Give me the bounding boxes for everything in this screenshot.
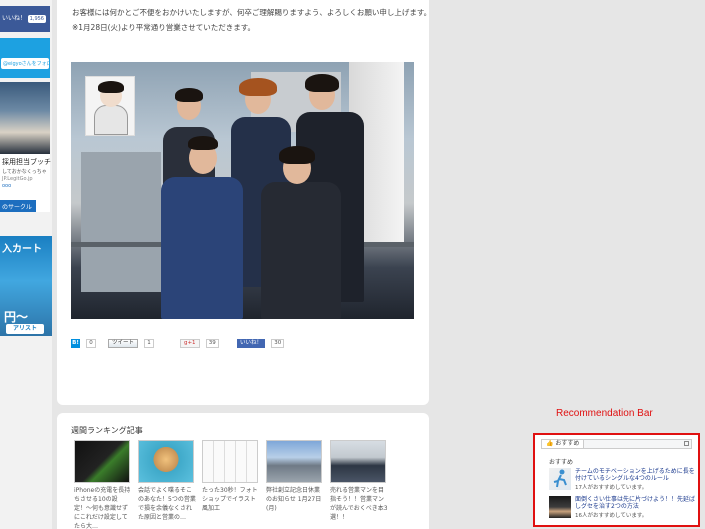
facebook-like-label: いいね！: [2, 15, 27, 22]
photo-person-hair: [239, 78, 277, 96]
recommendation-tab[interactable]: 👍 おすすめ: [542, 440, 585, 448]
weekly-ranking: 週間ランキング記事 iPhoneの充電を長持ちさせる10の設定！〜何も意識せずに…: [57, 413, 429, 529]
article-notice-line2: ※1月28日(火)より平常通り営業させていただきます。: [72, 23, 256, 32]
left-sidebar: いいね！ 1,956 @eigyoさんをフォロー 採用担当ブッチ しておかなくっ…: [0, 0, 52, 529]
recommendation-title: チームのモチベーションを上げるために長を付けているシングルな4つのルール: [575, 468, 695, 482]
ranking-caption: たった30秒！フォトショップでイラスト風加工: [202, 487, 258, 512]
photo-person: [161, 177, 243, 319]
profile-ad-extra: ooo: [2, 183, 12, 189]
recommendation-tab-label: おすすめ: [555, 440, 580, 447]
hatena-bookmark-button[interactable]: B!: [71, 339, 80, 348]
ranking-caption: 会話でよく喋るそこのあなた！5つの営業で損を余儀なくされた原因と営業の…: [138, 487, 196, 521]
recommendation-header: 👍 おすすめ: [541, 439, 692, 449]
team-photo: [71, 62, 414, 319]
inset-hair: [98, 81, 124, 93]
ranking-caption: 弊社創立記念日休業のお知らせ 1月27日(月): [266, 487, 322, 512]
facebook-like-count: 30: [271, 339, 285, 348]
banner-ad-headline: 入カート: [2, 244, 42, 255]
running-figure-icon: [553, 469, 567, 488]
photo-person-hair: [188, 136, 218, 150]
ranking-thumb: [202, 440, 258, 483]
profile-ad[interactable]: 採用担当ブッチ しておかなくっちゃ JP.LegitGo.jp ooo: [0, 82, 51, 212]
article-notice-line1: お客様には何かとご不便をおかけいたしますが、何卒ご理解賜りますよう、よろしくお願…: [72, 8, 432, 17]
photo-person: [261, 182, 341, 319]
hatena-count: 0: [86, 339, 96, 348]
ranking-caption: 売れる営業マンを目指そう！！営業マンが読んでおくべき本3選！！: [330, 487, 388, 521]
tweet-button[interactable]: ツイート: [107, 339, 138, 348]
google-plus-count: 39: [205, 339, 219, 348]
twitter-follow-button[interactable]: @eigyoさんをフォロー: [1, 58, 49, 69]
profile-ad-name: 採用担当ブッチ: [2, 158, 51, 166]
ranking-thumb: [74, 440, 130, 483]
recommendation-thumb: [549, 496, 571, 518]
ranking-thumb: [138, 440, 194, 483]
ranking-item[interactable]: 会話でよく喋るそこのあなた！5つの営業で損を余儀なくされた原因と営業の…: [138, 440, 196, 522]
ranking-thumb: [330, 440, 386, 483]
minimize-icon[interactable]: [684, 441, 689, 446]
profile-ad-image: [0, 82, 50, 154]
google-plus-button[interactable]: g+1: [179, 339, 200, 348]
facebook-like-count: 1,956: [27, 15, 46, 23]
inset-body: [94, 105, 128, 135]
banner-ad-logo: アリスト: [6, 324, 44, 334]
recommendation-bar: 👍 おすすめ おすすめ チームのモチベーションを上げるために長を付けているシング…: [533, 433, 700, 527]
photo-person-hair: [305, 74, 339, 92]
recommendation-item[interactable]: 面倒くさい仕事は先に片づけよう！！先延ばしグセを治す2つの方法 16人がおすすめ…: [549, 496, 697, 520]
article-card: お客様には何かとご不便をおかけいたしますが、何卒ご理解賜りますよう、よろしくお願…: [57, 0, 432, 405]
share-buttons: B! 0 ツイート 1 g+1 39 いいね！ 30: [71, 339, 288, 349]
ranking-item[interactable]: 弊社創立記念日休業のお知らせ 1月27日(月): [266, 440, 324, 513]
recommendation-title: 面倒くさい仕事は先に片づけよう！！先延ばしグセを治す2つの方法: [575, 496, 696, 510]
ranking-caption: iPhoneの充電を長持ちさせる10の設定！〜何も意識せずにこれだけ設定してたら…: [74, 487, 131, 529]
recommendation-subtitle: おすすめ: [549, 459, 574, 466]
photo-person-hair: [279, 146, 315, 164]
recommendation-thumb: [549, 468, 571, 490]
facebook-like-button[interactable]: いいね！: [237, 339, 266, 348]
recommendation-item[interactable]: チームのモチベーションを上げるために長を付けているシングルな4つのルール 17人…: [549, 468, 697, 492]
tweet-count: 1: [144, 339, 154, 348]
photo-person-hair: [175, 88, 203, 102]
photo-inset-portrait: [85, 76, 135, 136]
photo-building: [81, 152, 161, 292]
ranking-item[interactable]: 売れる営業マンを目指そう！！営業マンが読んでおくべき本3選！！: [330, 440, 388, 522]
profile-ad-text: しておかなくっちゃ: [2, 169, 47, 175]
ranking-thumb: [266, 440, 322, 483]
facebook-like-widget[interactable]: いいね！ 1,956: [0, 6, 50, 32]
ranking-item[interactable]: たった30秒！フォトショップでイラスト風加工: [202, 440, 260, 513]
ranking-item[interactable]: iPhoneの充電を長持ちさせる10の設定！〜何も意識せずにこれだけ設定してたら…: [74, 440, 132, 529]
circle-button[interactable]: のサークル: [0, 200, 36, 212]
thumbs-up-icon: 👍: [546, 440, 554, 447]
recommendation-meta: 16人がおすすめしています。: [575, 513, 648, 519]
banner-ad[interactable]: 入カート 円〜 アリスト: [0, 236, 52, 336]
twitter-follow-widget: @eigyoさんをフォロー: [0, 38, 50, 78]
banner-ad-sub: 円〜: [4, 310, 29, 324]
recommendation-meta: 17人がおすすめしています。: [575, 485, 648, 491]
recommendation-bar-label: Recommendation Bar: [556, 408, 653, 419]
ranking-title: 週間ランキング記事: [71, 426, 143, 435]
